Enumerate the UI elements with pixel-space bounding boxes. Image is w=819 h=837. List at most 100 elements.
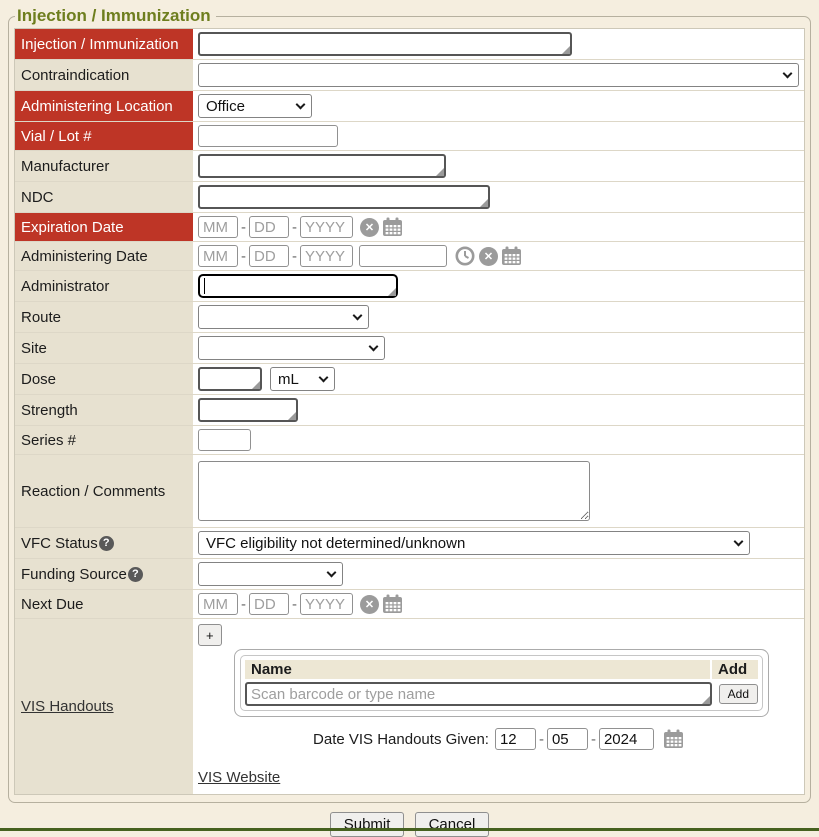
administering-day-input[interactable] xyxy=(249,245,289,267)
vis-name-header: Name xyxy=(245,660,710,679)
ndc-label: NDC xyxy=(15,182,193,212)
bottom-edge-strip xyxy=(0,828,819,831)
help-icon[interactable]: ? xyxy=(128,567,143,582)
chevron-down-icon xyxy=(369,341,379,351)
resize-grip-icon xyxy=(702,696,710,704)
chevron-down-icon xyxy=(327,567,337,577)
contraindication-select[interactable] xyxy=(198,63,799,87)
vfc-status-select[interactable]: VFC eligibility not determined/unknown xyxy=(198,531,750,555)
expiration-month-input[interactable] xyxy=(198,216,238,238)
row-contraindication: Contraindication xyxy=(15,60,804,91)
strength-input-wrap xyxy=(198,398,298,422)
calendar-icon[interactable] xyxy=(382,217,403,237)
next-due-month-input[interactable] xyxy=(198,593,238,615)
row-dose: Dose mL xyxy=(15,364,804,395)
row-administrator: Administrator xyxy=(15,271,804,302)
dose-unit-select[interactable]: mL xyxy=(270,367,335,391)
form-table: Injection / Immunization Contraindicatio… xyxy=(14,28,805,795)
next-due-year-input[interactable] xyxy=(300,593,353,615)
administrator-input[interactable] xyxy=(200,276,396,296)
row-route: Route xyxy=(15,302,804,333)
administering-date-label: Administering Date xyxy=(15,242,193,270)
strength-input[interactable] xyxy=(200,400,296,420)
row-injection: Injection / Immunization xyxy=(15,29,804,60)
vis-handouts-table: Name Add Add xyxy=(240,655,763,711)
ndc-input[interactable] xyxy=(200,187,488,207)
vis-scan-input-wrap xyxy=(245,682,712,706)
administrator-label: Administrator xyxy=(15,271,193,301)
reaction-label: Reaction / Comments xyxy=(15,455,193,527)
row-site: Site xyxy=(15,333,804,364)
row-expiration-date: Expiration Date - - ✕ xyxy=(15,213,804,242)
vis-scan-input[interactable] xyxy=(247,684,710,704)
contraindication-label: Contraindication xyxy=(15,60,193,90)
next-due-day-input[interactable] xyxy=(249,593,289,615)
dose-input[interactable] xyxy=(200,369,260,389)
calendar-icon[interactable] xyxy=(501,246,522,266)
resize-grip-icon xyxy=(436,168,444,176)
vis-handouts-label-cell: VIS Handouts xyxy=(15,619,193,794)
vis-add-button[interactable]: Add xyxy=(719,684,758,704)
form-title: Injection / Immunization xyxy=(15,6,216,26)
row-next-due: Next Due - - ✕ xyxy=(15,590,804,619)
row-reaction: Reaction / Comments xyxy=(15,455,804,528)
administrator-input-wrap xyxy=(198,274,398,298)
clear-date-icon[interactable]: ✕ xyxy=(360,595,379,614)
help-icon[interactable]: ? xyxy=(99,536,114,551)
vfc-status-label: VFC Status ? xyxy=(15,528,193,558)
vis-given-day-input[interactable] xyxy=(547,728,588,750)
route-select[interactable] xyxy=(198,305,369,329)
vial-lot-input[interactable] xyxy=(198,125,338,147)
expiration-year-input[interactable] xyxy=(300,216,353,238)
vis-handouts-box: Name Add Add xyxy=(234,649,769,717)
manufacturer-label: Manufacturer xyxy=(15,151,193,181)
row-series: Series # xyxy=(15,426,804,455)
manufacturer-input-wrap xyxy=(198,154,446,178)
vis-website-link[interactable]: VIS Website xyxy=(198,769,280,786)
resize-grip-icon xyxy=(288,412,296,420)
manufacturer-input[interactable] xyxy=(200,156,444,176)
series-input[interactable] xyxy=(198,429,251,451)
add-vis-row-button[interactable]: + xyxy=(198,624,222,646)
strength-label: Strength xyxy=(15,395,193,425)
row-administering-location: Administering Location Office xyxy=(15,91,804,122)
clear-date-icon[interactable]: ✕ xyxy=(479,247,498,266)
calendar-icon[interactable] xyxy=(663,729,684,749)
clear-date-icon[interactable]: ✕ xyxy=(360,218,379,237)
expiration-date-label: Expiration Date xyxy=(15,213,193,241)
row-vis-handouts: VIS Handouts + Name Add xyxy=(15,619,804,794)
chevron-down-icon xyxy=(353,310,363,320)
administering-year-input[interactable] xyxy=(300,245,353,267)
series-label: Series # xyxy=(15,426,193,454)
resize-grip-icon xyxy=(480,199,488,207)
vis-given-year-input[interactable] xyxy=(599,728,654,750)
row-administering-date: Administering Date - - ✕ xyxy=(15,242,804,271)
row-strength: Strength xyxy=(15,395,804,426)
next-due-label: Next Due xyxy=(15,590,193,618)
resize-grip-icon xyxy=(562,46,570,54)
administering-time-input[interactable] xyxy=(359,245,447,267)
reaction-comments-textarea[interactable] xyxy=(198,461,590,521)
vis-given-month-input[interactable] xyxy=(495,728,536,750)
dose-input-wrap xyxy=(198,367,262,391)
site-select[interactable] xyxy=(198,336,385,360)
chevron-down-icon xyxy=(319,372,329,382)
calendar-icon[interactable] xyxy=(382,594,403,614)
chevron-down-icon xyxy=(783,68,793,78)
vis-add-header: Add xyxy=(712,660,758,679)
dose-label: Dose xyxy=(15,364,193,394)
clock-icon[interactable] xyxy=(455,246,475,266)
injection-label: Injection / Immunization xyxy=(15,29,193,59)
row-vfc-status: VFC Status ? VFC eligibility not determi… xyxy=(15,528,804,559)
row-manufacturer: Manufacturer xyxy=(15,151,804,182)
vis-handouts-link[interactable]: VIS Handouts xyxy=(21,698,114,715)
vial-lot-label: Vial / Lot # xyxy=(15,122,193,150)
resize-grip-icon xyxy=(252,381,260,389)
expiration-day-input[interactable] xyxy=(249,216,289,238)
injection-input[interactable] xyxy=(200,34,570,54)
administering-location-select[interactable]: Office xyxy=(198,94,312,118)
administering-month-input[interactable] xyxy=(198,245,238,267)
funding-source-select[interactable] xyxy=(198,562,343,586)
vis-date-given-label: Date VIS Handouts Given: xyxy=(313,731,489,748)
vis-date-given-row: Date VIS Handouts Given: - - xyxy=(198,728,799,750)
